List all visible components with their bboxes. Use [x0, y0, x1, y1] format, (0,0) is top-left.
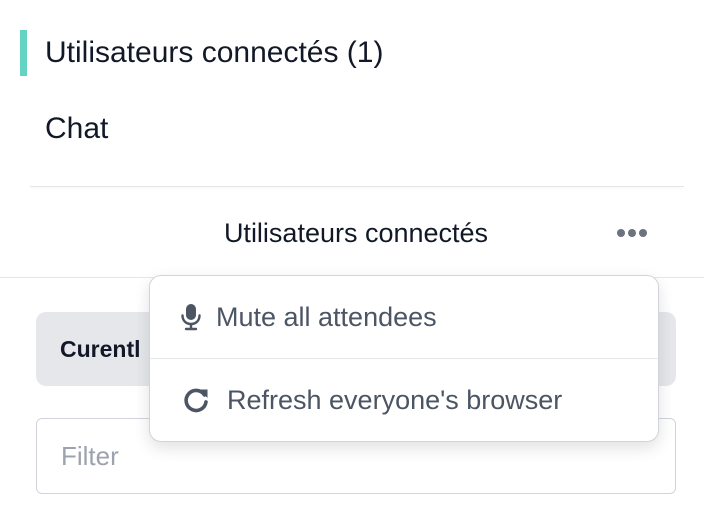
refresh-icon	[182, 386, 210, 414]
ellipsis-icon-dot	[628, 229, 636, 237]
currently-tab-label: Curentl	[60, 335, 141, 362]
ellipsis-icon-dot	[639, 229, 647, 237]
menu-item-label: Mute all attendees	[216, 301, 437, 332]
panel-header: Utilisateurs connectés	[0, 188, 704, 278]
ellipsis-icon-dot	[617, 229, 625, 237]
nav-item-connected-users[interactable]: Utilisateurs connectés (1)	[0, 24, 704, 82]
nav-item-label: Utilisateurs connectés (1)	[45, 36, 384, 69]
active-indicator	[20, 30, 27, 76]
microphone-icon	[180, 303, 202, 331]
nav-item-chat[interactable]: Chat	[0, 100, 704, 158]
panel-title: Utilisateurs connectés	[223, 218, 489, 248]
more-options-button[interactable]	[610, 218, 654, 248]
menu-item-refresh-browsers[interactable]: Refresh everyone's browser	[150, 359, 658, 441]
more-options-menu: Mute all attendees Refresh everyone's br…	[149, 275, 659, 442]
menu-item-mute-all[interactable]: Mute all attendees	[150, 276, 658, 359]
divider	[30, 186, 684, 187]
menu-item-label: Refresh everyone's browser	[227, 384, 563, 415]
nav-item-label: Chat	[45, 112, 109, 145]
app-root: Utilisateurs connectés (1) Chat Utilisat…	[0, 0, 704, 528]
